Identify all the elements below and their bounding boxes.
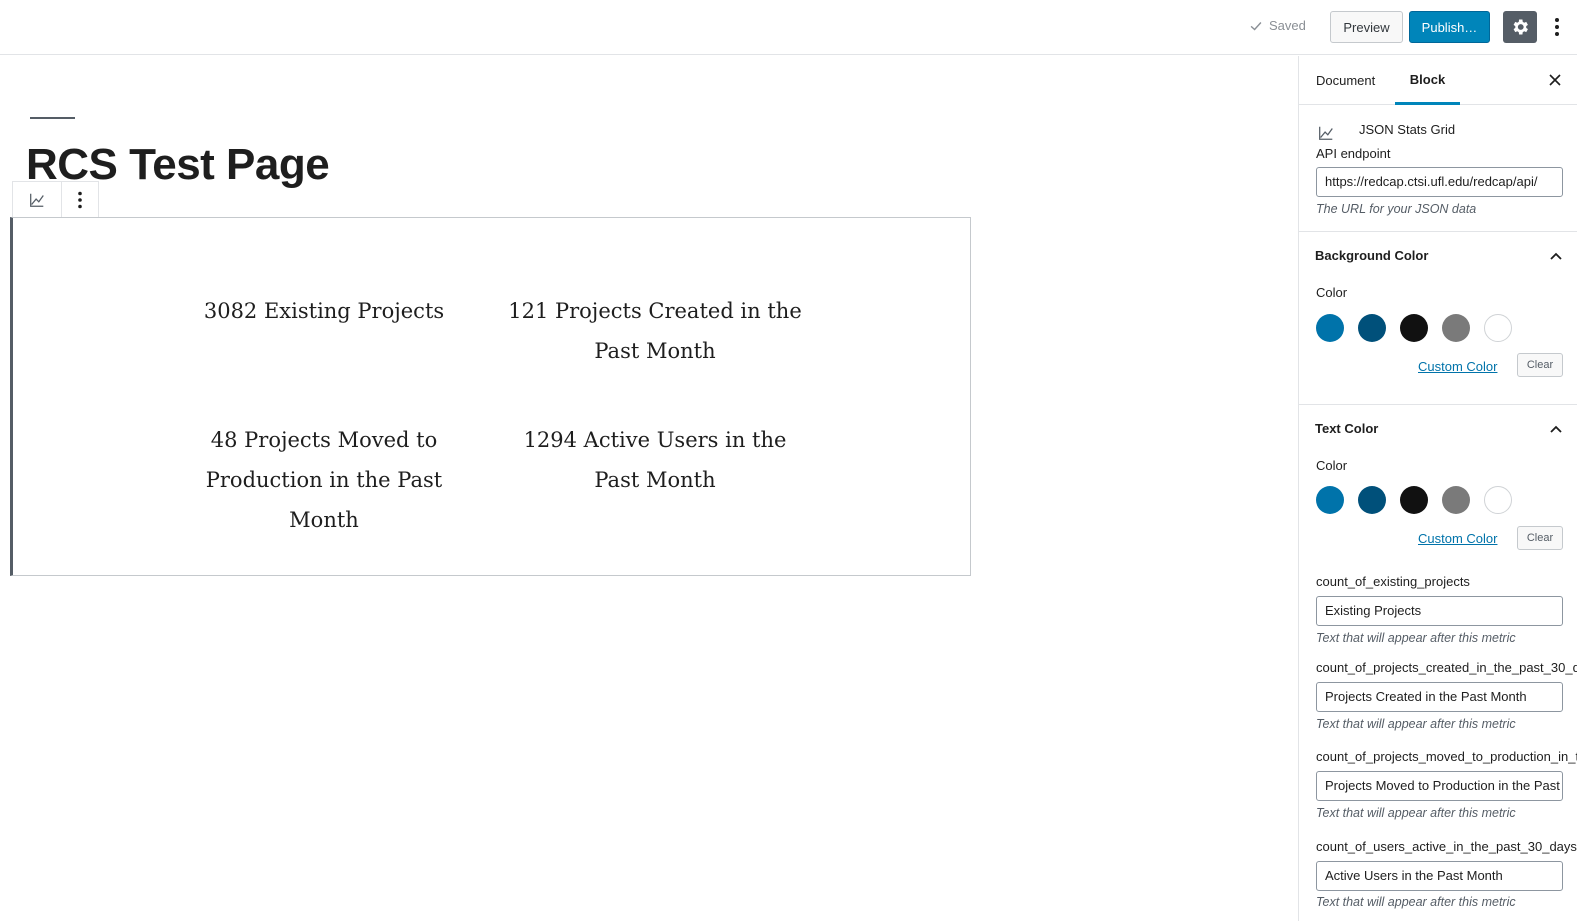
more-vertical-icon (78, 191, 82, 209)
text-custom-color-link[interactable]: Custom Color (1418, 531, 1497, 546)
chart-icon (29, 193, 44, 207)
close-icon[interactable] (1547, 72, 1563, 88)
metric-key-label: count_of_projects_created_in_the_past_30… (1316, 660, 1577, 675)
tab-block[interactable]: Block (1395, 56, 1460, 105)
block-toolbar (12, 181, 99, 218)
stat-projects-created: 121 Projects Created in the Past Month (508, 299, 802, 363)
metric-key-label: count_of_existing_projects (1316, 574, 1470, 589)
text-color-title[interactable]: Text Color (1315, 421, 1378, 436)
swatch-black[interactable] (1400, 314, 1428, 342)
stat-existing-projects: 3082 Existing Projects (203, 299, 445, 323)
swatch-dark-blue[interactable] (1358, 486, 1386, 514)
editor-canvas: RCS Test Page 3082 Existing Projects 121… (0, 56, 1298, 921)
metric-help: Text that will appear after this metric (1316, 895, 1516, 909)
swatch-white[interactable] (1484, 486, 1512, 514)
metric-help: Text that will appear after this metric (1316, 806, 1516, 820)
tab-document[interactable]: Document (1316, 56, 1375, 105)
swatch-blue[interactable] (1316, 486, 1344, 514)
background-color-label: Color (1316, 285, 1348, 300)
block-type-button[interactable] (13, 182, 62, 218)
saved-status: Saved (1249, 18, 1306, 33)
metric-help: Text that will appear after this metric (1316, 717, 1516, 731)
background-color-title[interactable]: Background Color (1315, 248, 1428, 263)
editor-header: Saved Preview Publish… (0, 0, 1577, 55)
api-endpoint-help: The URL for your JSON data (1316, 202, 1477, 216)
stat-active-users: 1294 Active Users in the Past Month (523, 428, 787, 492)
metric-key-label: count_of_projects_moved_to_production_in… (1316, 749, 1577, 764)
stat-projects-moved: 48 Projects Moved to Production in the P… (205, 428, 443, 532)
swatch-white[interactable] (1484, 314, 1512, 342)
text-clear-button[interactable]: Clear (1517, 526, 1563, 550)
background-custom-color-link[interactable]: Custom Color (1418, 359, 1497, 374)
more-options-button[interactable] (1547, 11, 1567, 43)
background-color-panel: Background Color Color Custom Color Clea… (1299, 232, 1577, 405)
block-settings-panel: JSON Stats Grid API endpoint https://red… (1299, 105, 1577, 232)
title-separator (30, 117, 75, 119)
settings-sidebar: Document Block JSON Stats Grid API endpo… (1298, 56, 1577, 921)
check-icon (1250, 21, 1262, 30)
api-endpoint-input[interactable]: https://redcap.ctsi.ufl.edu/redcap/api/ (1316, 167, 1563, 197)
block-more-button[interactable] (62, 182, 98, 218)
swatch-gray[interactable] (1442, 314, 1470, 342)
text-color-label: Color (1316, 458, 1348, 473)
settings-button[interactable] (1503, 11, 1537, 43)
background-clear-button[interactable]: Clear (1517, 353, 1563, 377)
swatch-gray[interactable] (1442, 486, 1470, 514)
metric-text-input[interactable]: Active Users in the Past Month (1316, 861, 1563, 891)
publish-button[interactable]: Publish… (1409, 11, 1490, 43)
metric-key-label: count_of_users_active_in_the_past_30_day… (1316, 839, 1577, 854)
metric-text-input[interactable]: Projects Moved to Production in the Past… (1316, 771, 1563, 801)
sidebar-tabs: Document Block (1299, 56, 1577, 105)
block-name: JSON Stats Grid (1359, 122, 1456, 137)
json-stats-grid-block[interactable]: 3082 Existing Projects 121 Projects Crea… (10, 217, 971, 576)
background-swatches (1316, 314, 1512, 342)
saved-label: Saved (1269, 18, 1306, 33)
chevron-up-icon[interactable] (1548, 421, 1564, 437)
api-endpoint-label: API endpoint (1316, 146, 1391, 161)
swatch-blue[interactable] (1316, 314, 1344, 342)
metric-text-input[interactable]: Existing Projects (1316, 596, 1563, 626)
text-swatches (1316, 486, 1512, 514)
chart-icon (1319, 126, 1333, 140)
swatch-dark-blue[interactable] (1358, 314, 1386, 342)
metric-help: Text that will appear after this metric (1316, 631, 1516, 645)
gear-icon (1513, 19, 1528, 35)
swatch-black[interactable] (1400, 486, 1428, 514)
more-vertical-icon (1555, 18, 1559, 36)
metric-text-input[interactable]: Projects Created in the Past Month (1316, 682, 1563, 712)
text-color-panel: Text Color Color Custom Color Clear (1299, 405, 1577, 578)
chevron-up-icon[interactable] (1548, 248, 1564, 264)
preview-button[interactable]: Preview (1330, 11, 1403, 43)
